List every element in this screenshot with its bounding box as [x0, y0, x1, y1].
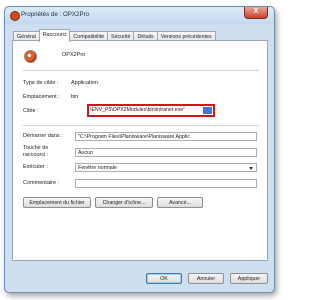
- target-highlight: \ENV_P5\OPX2Modules\bin\intranet.exe": [87, 104, 215, 117]
- app-title-icon: [10, 11, 20, 21]
- location-label: Emplacement :: [23, 94, 60, 100]
- comment-label: Commentaire :: [23, 180, 60, 186]
- hotkey-label-line1: Touche de: [23, 145, 49, 151]
- start-in-field[interactable]: "C:\Program Files\Planisware\Planisware …: [75, 132, 257, 141]
- run-select-value: Fenêtre normale: [78, 165, 117, 171]
- hotkey-label-line2: raccourci :: [23, 152, 49, 158]
- text-selection: [203, 107, 212, 114]
- app-name: OPX2Pro: [62, 52, 86, 58]
- advanced-button[interactable]: Avancé...: [157, 197, 203, 208]
- shortcut-panel: OPX2Pro Type de cible : Application Empl…: [12, 40, 268, 261]
- tab-shortcut[interactable]: Raccourci: [38, 29, 71, 42]
- properties-dialog: Propriétés de : OPX2Pro X Général Raccou…: [4, 6, 275, 293]
- close-button[interactable]: X: [244, 7, 268, 19]
- cancel-button[interactable]: Annuler: [188, 273, 224, 284]
- target-type-value: Application: [71, 80, 98, 86]
- run-label: Exécuter :: [23, 164, 48, 170]
- divider: [23, 70, 259, 71]
- hotkey-field[interactable]: Aucun: [75, 148, 257, 157]
- apply-button[interactable]: Appliquer: [230, 273, 268, 284]
- change-icon-button[interactable]: Changer d'icône...: [95, 197, 153, 208]
- target-type-label: Type de cible :: [23, 80, 59, 86]
- ok-button[interactable]: OK: [146, 273, 182, 284]
- open-file-location-button[interactable]: Emplacement du fichier: [23, 197, 91, 208]
- comment-field[interactable]: [75, 179, 257, 188]
- start-in-label: Démarrer dans :: [23, 133, 63, 139]
- location-value: bin: [71, 94, 79, 100]
- target-label: Cible :: [23, 108, 39, 114]
- chevron-down-icon: [249, 167, 253, 170]
- run-select[interactable]: Fenêtre normale: [75, 163, 257, 172]
- window-title: Propriétés de : OPX2Pro: [21, 11, 90, 18]
- application-icon: [24, 50, 37, 63]
- target-field[interactable]: \ENV_P5\OPX2Modules\bin\intranet.exe": [90, 107, 212, 114]
- title-bar[interactable]: Propriétés de : OPX2Pro X: [5, 7, 274, 24]
- divider: [23, 125, 259, 126]
